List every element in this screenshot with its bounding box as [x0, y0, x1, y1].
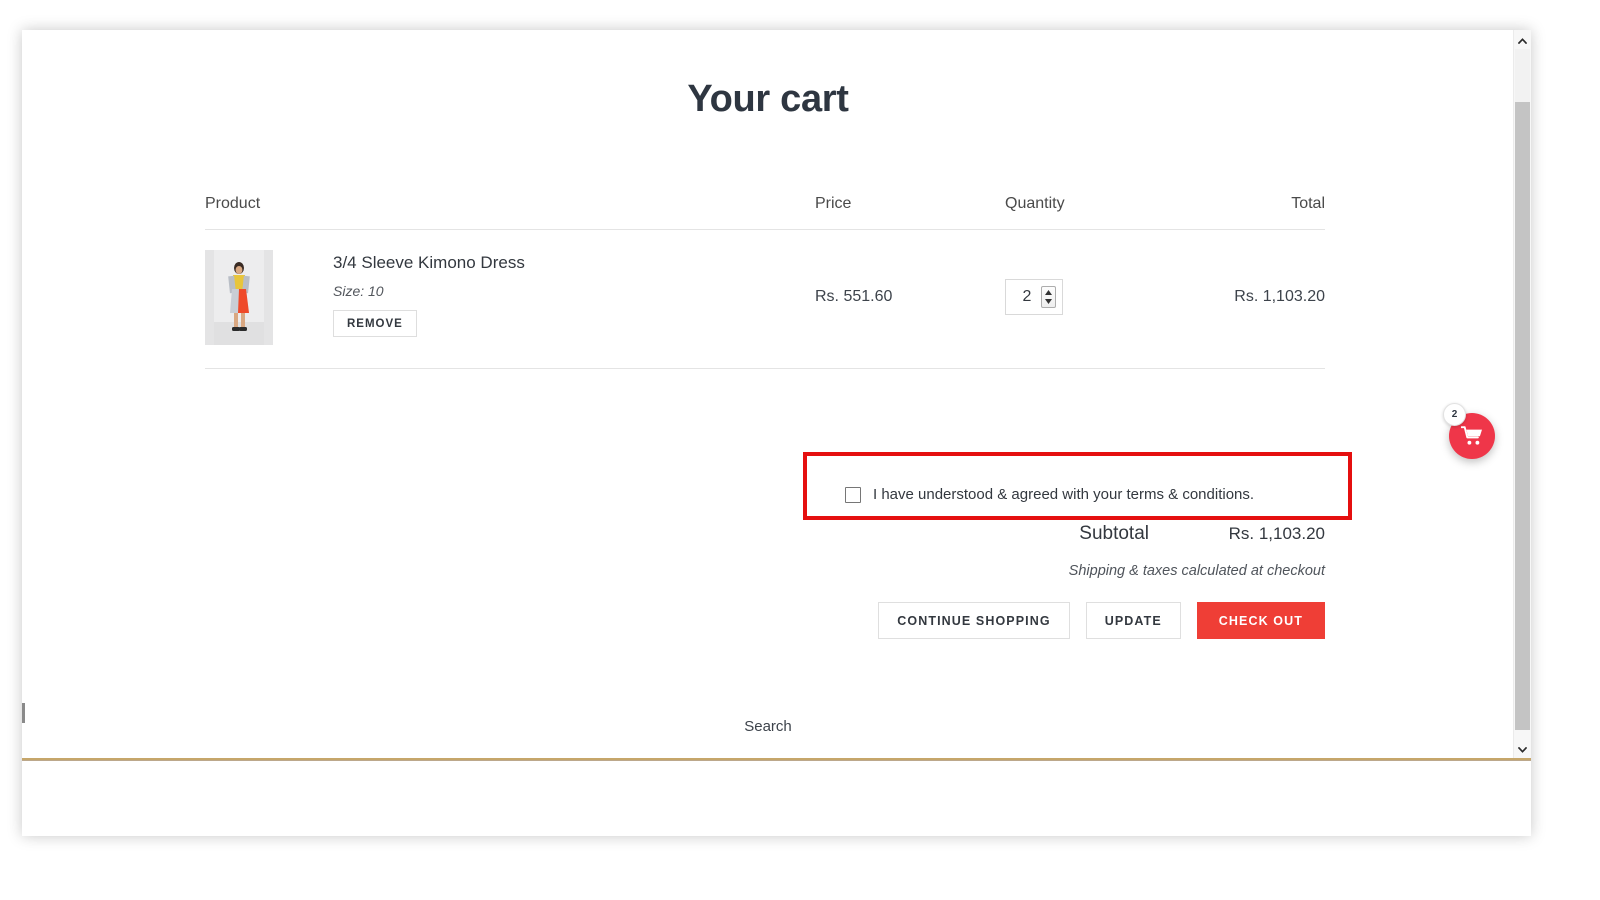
product-cell: 3/4 Sleeve Kimono Dress Size: 10 REMOVE: [205, 250, 815, 345]
vertical-scrollbar[interactable]: [1513, 30, 1531, 760]
table-row: 3/4 Sleeve Kimono Dress Size: 10 REMOVE …: [205, 230, 1325, 369]
screen: Your cart Product Price Quantity Total: [0, 0, 1600, 900]
quantity-spinner[interactable]: [1041, 286, 1056, 308]
column-header-total: Total: [1165, 195, 1325, 213]
scroll-down-icon[interactable]: [1514, 741, 1531, 758]
checkout-button[interactable]: CHECK OUT: [1197, 602, 1325, 639]
continue-shopping-button[interactable]: CONTINUE SHOPPING: [878, 602, 1069, 639]
quantity-decrement-icon[interactable]: [1042, 297, 1055, 306]
cart-actions: CONTINUE SHOPPING UPDATE CHECK OUT: [878, 602, 1325, 639]
cart-table: Product Price Quantity Total: [205, 195, 1325, 369]
cart-badge-count: 2: [1443, 403, 1466, 426]
quantity-increment-icon[interactable]: [1042, 288, 1055, 297]
subtotal-label: Subtotal: [1079, 523, 1149, 545]
page-title: Your cart: [22, 78, 1514, 121]
product-thumbnail[interactable]: [205, 250, 273, 345]
column-header-price: Price: [815, 195, 1005, 213]
quantity-stepper[interactable]: 2: [1005, 279, 1063, 315]
browser-window: Your cart Product Price Quantity Total: [22, 30, 1531, 836]
quantity-value[interactable]: 2: [1023, 288, 1032, 306]
page-viewport: Your cart Product Price Quantity Total: [22, 30, 1531, 760]
terms-checkbox[interactable]: [845, 487, 861, 503]
product-price: Rs. 551.60: [815, 288, 1005, 306]
terms-label: I have understood & agreed with your ter…: [873, 486, 1254, 503]
scrollbar-thumb[interactable]: [1515, 102, 1530, 730]
column-header-quantity: Quantity: [1005, 195, 1165, 213]
cart-table-header: Product Price Quantity Total: [205, 195, 1325, 230]
product-variant: Size: 10: [333, 283, 525, 299]
scroll-up-icon[interactable]: [1514, 32, 1531, 49]
scrollbar-track-upper[interactable]: [1515, 49, 1530, 102]
product-title[interactable]: 3/4 Sleeve Kimono Dress: [333, 252, 525, 274]
subtotal-row: Subtotal Rs. 1,103.20: [1079, 523, 1325, 545]
product-line-total: Rs. 1,103.20: [1165, 288, 1325, 306]
kimono-dress-image: [205, 250, 273, 345]
terms-row[interactable]: I have understood & agreed with your ter…: [845, 486, 1254, 503]
cart-page: Your cart Product Price Quantity Total: [22, 30, 1514, 760]
shopping-cart-icon: [1461, 426, 1483, 446]
footer-search-link[interactable]: Search: [22, 718, 1514, 735]
update-button[interactable]: UPDATE: [1086, 602, 1181, 639]
product-info: 3/4 Sleeve Kimono Dress Size: 10 REMOVE: [333, 250, 525, 337]
subtotal-value: Rs. 1,103.20: [1207, 524, 1325, 544]
quantity-cell: 2: [1005, 279, 1165, 315]
remove-button[interactable]: REMOVE: [333, 310, 417, 337]
below-fold-area: [22, 761, 1531, 836]
column-header-product: Product: [205, 195, 815, 213]
shipping-note: Shipping & taxes calculated at checkout: [1069, 563, 1325, 579]
